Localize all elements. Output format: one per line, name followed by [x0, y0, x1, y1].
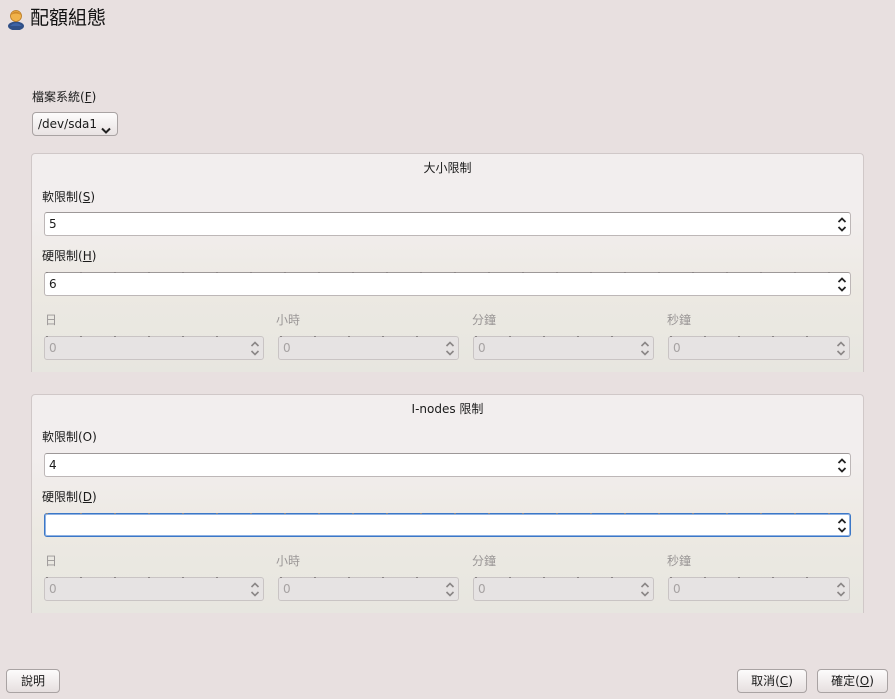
inode-grace-hours-spinbox: 0: [278, 577, 459, 601]
size-hard-limit-value: 6: [49, 277, 57, 291]
size-grace-days-spinbox: 0: [44, 336, 264, 360]
size-grace-seconds-label: 秒鐘: [667, 313, 692, 327]
inode-grace-hours-label: 小時: [276, 554, 301, 568]
size-grace-minutes-spinbox: 0: [473, 336, 654, 360]
size-limits-group: 大小限制 軟限制(S) 5 硬限制(H) 6 日 小時 分鐘 秒鐘 0 0 0 …: [31, 153, 864, 372]
inode-grace-minutes-spinbox: 0: [473, 577, 654, 601]
size-soft-limit-value: 5: [49, 217, 57, 231]
size-grace-days-label: 日: [45, 313, 58, 327]
inode-soft-limit-spinbox[interactable]: 4: [44, 453, 851, 477]
cancel-button[interactable]: 取消(C): [737, 669, 807, 693]
size-hard-limit-label: 硬限制(H): [42, 249, 97, 263]
size-grace-minutes-label: 分鐘: [472, 313, 497, 327]
spinbox-dash-decoration: [670, 577, 835, 578]
inode-grace-seconds-label: 秒鐘: [667, 554, 692, 568]
inode-soft-limit-value: 4: [49, 458, 57, 472]
spinbox-dash-decoration: [280, 577, 444, 578]
spin-arrows-icon[interactable]: [837, 277, 847, 292]
size-grace-days-value: 0: [49, 341, 57, 355]
inode-soft-limit-label: 軟限制(O): [42, 430, 97, 444]
inode-grace-seconds-value: 0: [673, 582, 681, 596]
spin-arrows-icon[interactable]: [837, 518, 847, 533]
inode-grace-hours-value: 0: [283, 582, 291, 596]
user-icon: [6, 8, 26, 31]
inode-grace-seconds-spinbox: 0: [668, 577, 850, 601]
size-limits-title: 大小限制: [423, 161, 472, 175]
size-soft-limit-label: 軟限制(S): [42, 190, 95, 204]
spin-arrows-icon: [640, 582, 650, 597]
spinbox-dash-decoration: [475, 577, 639, 578]
ok-button[interactable]: 確定(O): [817, 669, 888, 693]
inode-limits-title: I-nodes 限制: [411, 402, 484, 416]
size-grace-seconds-spinbox: 0: [668, 336, 850, 360]
spinbox-dash-decoration: [46, 272, 836, 273]
size-hard-limit-spinbox[interactable]: 6: [44, 272, 851, 296]
chevron-down-icon: [101, 120, 111, 134]
spinbox-dash-decoration: [475, 336, 639, 337]
filesystem-label: 檔案系統(F): [32, 90, 97, 104]
size-grace-hours-spinbox: 0: [278, 336, 459, 360]
help-button[interactable]: 說明: [6, 669, 60, 693]
size-grace-hours-label: 小時: [276, 313, 301, 327]
spin-arrows-icon: [640, 341, 650, 356]
spin-arrows-icon[interactable]: [837, 458, 847, 473]
size-soft-limit-spinbox[interactable]: 5: [44, 212, 851, 236]
inode-grace-days-label: 日: [45, 554, 58, 568]
size-grace-seconds-value: 0: [673, 341, 681, 355]
inode-grace-days-value: 0: [49, 582, 57, 596]
spinbox-dash-decoration: [670, 336, 835, 337]
inode-grace-minutes-label: 分鐘: [472, 554, 497, 568]
spin-arrows-icon: [445, 582, 455, 597]
inode-grace-minutes-value: 0: [478, 582, 486, 596]
size-grace-hours-value: 0: [283, 341, 291, 355]
spin-arrows-icon[interactable]: [837, 217, 847, 232]
size-grace-minutes-value: 0: [478, 341, 486, 355]
spin-arrows-icon: [836, 582, 846, 597]
inode-grace-days-spinbox: 0: [44, 577, 264, 601]
spinbox-dash-decoration: [46, 513, 836, 514]
spin-arrows-icon: [250, 582, 260, 597]
spin-arrows-icon: [250, 341, 260, 356]
spin-arrows-icon: [836, 341, 846, 356]
filesystem-select-value: /dev/sda1: [38, 117, 98, 131]
spinbox-dash-decoration: [280, 336, 444, 337]
spinbox-dash-decoration: [46, 577, 249, 578]
spin-arrows-icon: [445, 341, 455, 356]
filesystem-select[interactable]: /dev/sda1: [32, 112, 118, 136]
inode-hard-limit-label: 硬限制(D): [42, 490, 97, 504]
window-title: 配額組態: [30, 7, 107, 29]
inode-hard-limit-spinbox[interactable]: [44, 513, 851, 537]
inode-limits-group: I-nodes 限制 軟限制(O) 4 硬限制(D) 日 小時 分鐘 秒鐘 0 …: [31, 394, 864, 613]
spinbox-dash-decoration: [46, 336, 249, 337]
